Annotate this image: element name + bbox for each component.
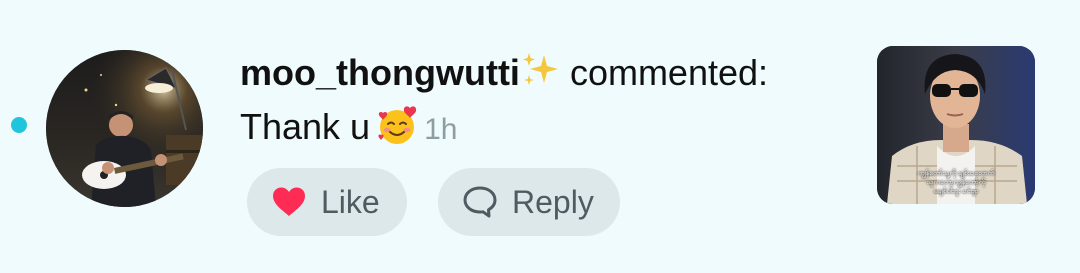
reply-label: Reply [512,183,594,220]
username[interactable]: moo_thongwutti [240,52,520,93]
video-subtitle: ကျွန်တော်သူ့ကို ချစ်သလောက် သူကတော့ကျွန်တ… [917,169,995,195]
comment-message: Thank u [240,106,371,147]
timestamp: 1h [424,113,458,146]
comment-body: Thank u 1h [240,104,850,158]
avatar[interactable] [46,50,203,207]
like-label: Like [321,183,380,220]
comment-header: moo_thongwutti commented: [240,50,850,100]
speech-bubble-icon [462,185,498,219]
heart-icon [271,186,307,218]
smiling-face-with-hearts-icon [376,105,418,158]
like-button[interactable]: Like [247,168,407,236]
sparkles-icon [520,51,562,100]
avatar-photo [46,50,203,207]
comment-content[interactable]: moo_thongwutti commented: Thank u 1h [240,50,850,158]
reply-button[interactable]: Reply [438,168,620,236]
action-text: commented: [569,52,769,93]
video-thumbnail[interactable]: ကျွန်တော်သူ့ကို ချစ်သလောက် သူကတော့ကျွန်တ… [877,46,1035,204]
unread-indicator [11,117,27,133]
